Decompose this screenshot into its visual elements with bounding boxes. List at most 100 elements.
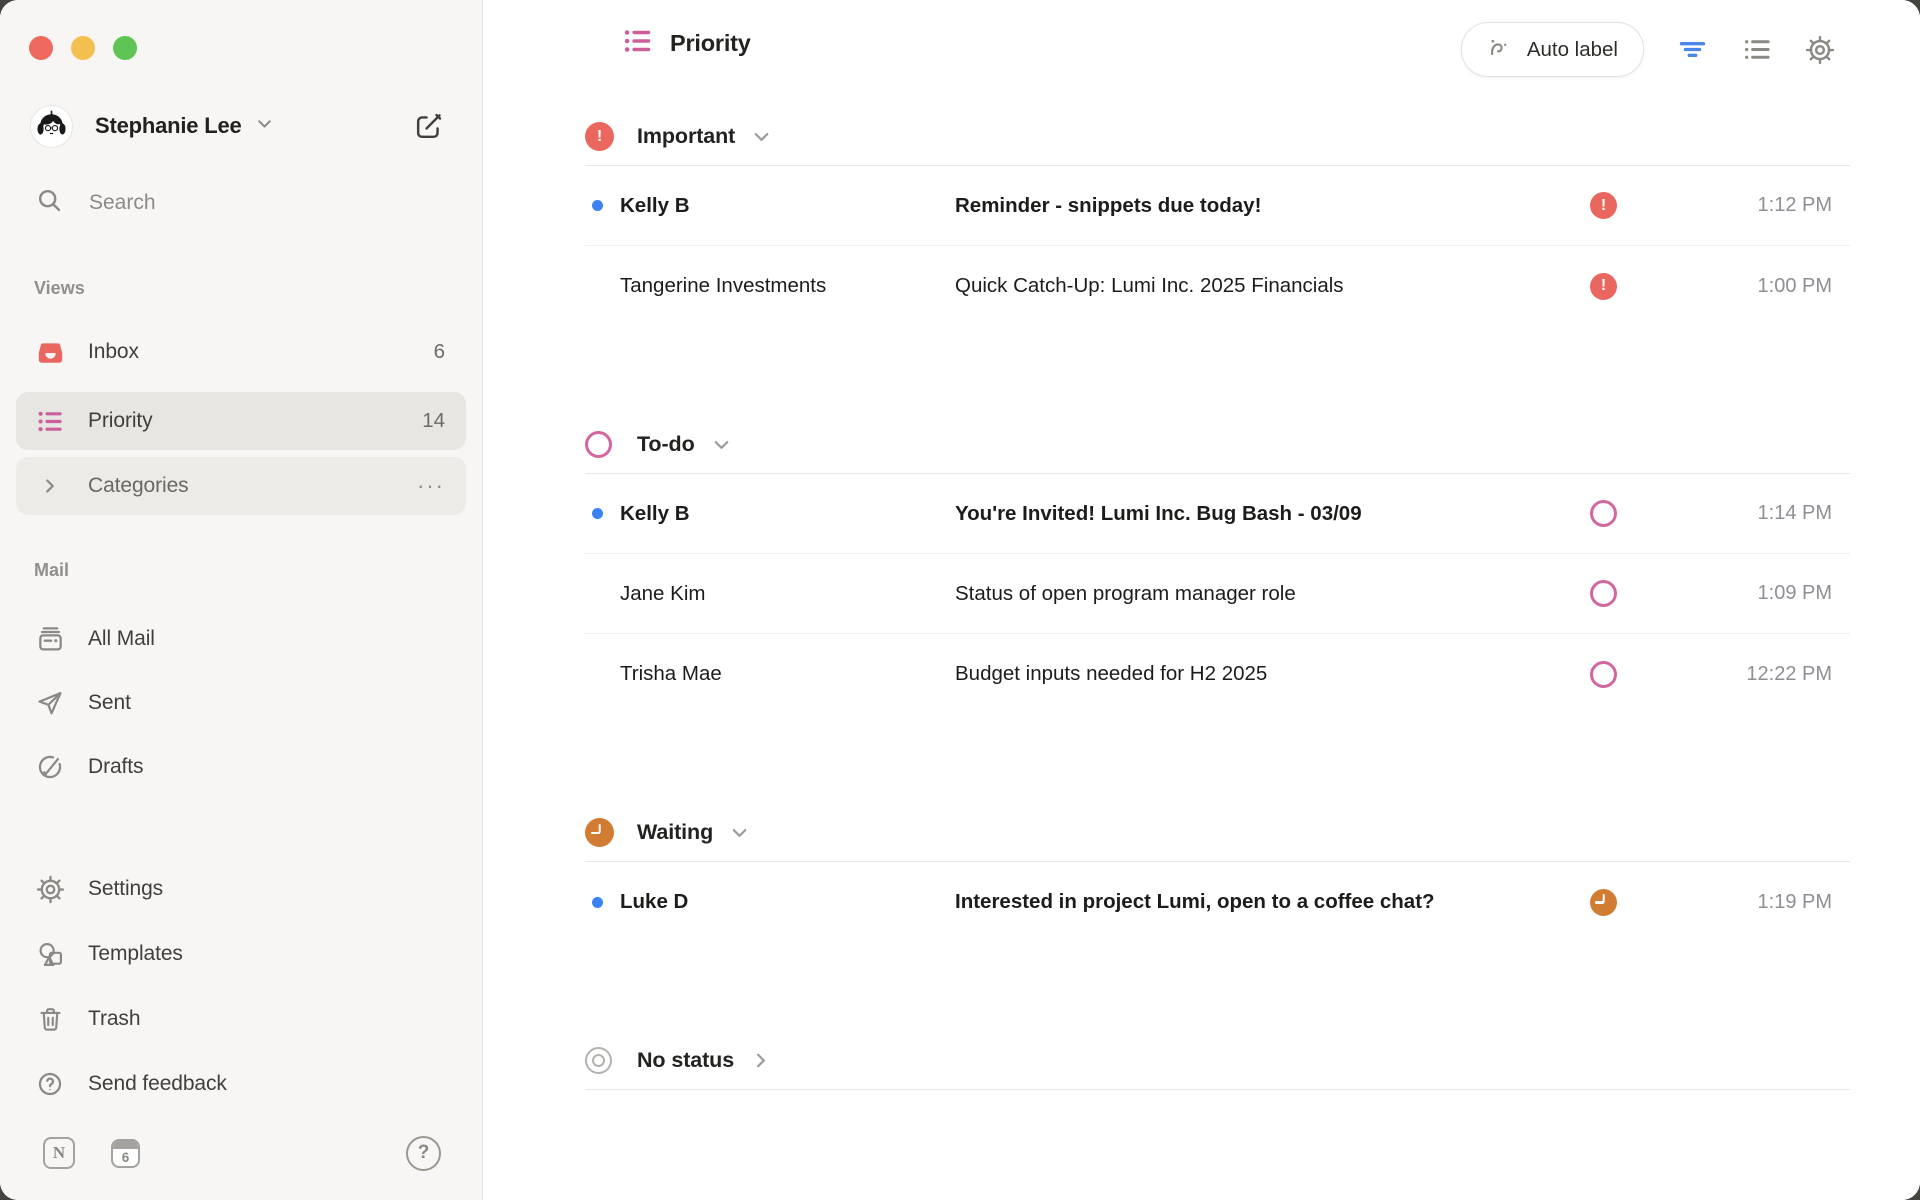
sidebar-item-label: Send feedback bbox=[88, 1072, 227, 1096]
unread-dot bbox=[592, 200, 603, 211]
search-input[interactable]: Search bbox=[35, 181, 156, 225]
sidebar-item-sent[interactable]: Sent bbox=[16, 674, 466, 732]
sidebar-footer: N 6 ? bbox=[43, 1135, 441, 1171]
sidebar-item-drafts[interactable]: Drafts bbox=[16, 738, 466, 796]
calendar-icon[interactable]: 6 bbox=[111, 1139, 140, 1168]
filter-icon[interactable] bbox=[1676, 34, 1708, 66]
draft-pencil-icon bbox=[35, 752, 65, 782]
sidebar-item-inbox[interactable]: Inbox 6 bbox=[16, 323, 466, 381]
mail-row[interactable]: Kelly B You're Invited! Lumi Inc. Bug Ba… bbox=[585, 474, 1850, 554]
close-button[interactable] bbox=[29, 36, 53, 60]
mail-section-label: Mail bbox=[34, 560, 69, 581]
sidebar-item-templates[interactable]: Templates bbox=[16, 925, 466, 983]
group-header-no-status[interactable]: No status bbox=[585, 1032, 1850, 1090]
search-placeholder: Search bbox=[89, 191, 156, 215]
sidebar-item-priority[interactable]: Priority 14 bbox=[16, 392, 466, 450]
waiting-status-icon[interactable] bbox=[1590, 889, 1617, 916]
mail-row[interactable]: Tangerine Investments Quick Catch-Up: Lu… bbox=[585, 246, 1850, 326]
calendar-icon-header bbox=[113, 1141, 138, 1149]
timestamp: 1:00 PM bbox=[1617, 275, 1850, 298]
all-mail-icon bbox=[35, 624, 65, 654]
timestamp: 1:09 PM bbox=[1617, 582, 1850, 605]
unread-dot bbox=[592, 508, 603, 519]
priority-list-icon bbox=[35, 406, 65, 436]
mail-row[interactable]: Kelly B Reminder - snippets due today! !… bbox=[585, 166, 1850, 246]
gear-icon bbox=[35, 874, 65, 904]
search-icon bbox=[35, 186, 64, 220]
shapes-icon bbox=[35, 939, 65, 969]
sidebar-item-label: Inbox bbox=[88, 340, 139, 364]
inbox-count: 6 bbox=[434, 340, 445, 364]
priority-list-icon bbox=[622, 25, 654, 62]
group-header-important[interactable]: ! Important bbox=[585, 108, 1850, 166]
mail-row[interactable]: Jane Kim Status of open program manager … bbox=[585, 554, 1850, 634]
todo-status-icon[interactable] bbox=[1590, 500, 1617, 527]
subject: Budget inputs needed for H2 2025 bbox=[955, 662, 1590, 686]
more-options-icon[interactable]: ··· bbox=[417, 481, 445, 491]
timestamp: 12:22 PM bbox=[1617, 663, 1850, 686]
auto-label-icon bbox=[1487, 34, 1514, 66]
sidebar-item-label: Categories bbox=[88, 474, 189, 498]
subject: Quick Catch-Up: Lumi Inc. 2025 Financial… bbox=[955, 274, 1590, 298]
chevron-down-icon bbox=[710, 433, 733, 456]
mail-list: ! Important Kelly B Reminder - snippets … bbox=[585, 108, 1850, 1180]
group-no-status: No status bbox=[585, 1032, 1850, 1090]
group-waiting: Waiting Luke D Interested in project Lum… bbox=[585, 804, 1850, 942]
views-section-label: Views bbox=[34, 278, 85, 299]
auto-label-text: Auto label bbox=[1527, 38, 1618, 62]
window-controls bbox=[29, 36, 137, 60]
notion-logo-icon[interactable]: N bbox=[43, 1137, 75, 1169]
group-important: ! Important Kelly B Reminder - snippets … bbox=[585, 108, 1850, 326]
subject: You're Invited! Lumi Inc. Bug Bash - 03/… bbox=[955, 502, 1590, 526]
todo-ring-icon bbox=[585, 431, 612, 458]
sender: Luke D bbox=[620, 890, 955, 914]
timestamp: 1:14 PM bbox=[1617, 502, 1850, 525]
sidebar-item-categories[interactable]: Categories ··· bbox=[16, 457, 466, 515]
group-header-waiting[interactable]: Waiting bbox=[585, 804, 1850, 862]
sidebar-item-settings[interactable]: Settings bbox=[16, 860, 466, 918]
app-window: Stephanie Lee Search Views bbox=[0, 0, 1920, 1200]
timestamp: 1:19 PM bbox=[1617, 891, 1850, 914]
group-header-todo[interactable]: To-do bbox=[585, 416, 1850, 474]
group-label: No status bbox=[637, 1048, 734, 1073]
subject: Interested in project Lumi, open to a co… bbox=[955, 890, 1590, 914]
settings-gear-icon[interactable] bbox=[1804, 34, 1836, 66]
todo-status-icon[interactable] bbox=[1590, 661, 1617, 688]
sidebar-item-trash[interactable]: Trash bbox=[16, 990, 466, 1048]
sidebar-item-label: All Mail bbox=[88, 627, 155, 651]
sender: Kelly B bbox=[620, 194, 955, 218]
calendar-day: 6 bbox=[113, 1149, 138, 1166]
group-label: Important bbox=[637, 124, 735, 149]
sender: Tangerine Investments bbox=[620, 274, 955, 298]
group-label: To-do bbox=[637, 432, 695, 457]
mail-row[interactable]: Luke D Interested in project Lumi, open … bbox=[585, 862, 1850, 942]
sender: Trisha Mae bbox=[620, 662, 955, 686]
sidebar-item-label: Templates bbox=[88, 942, 183, 966]
mail-row[interactable]: Trisha Mae Budget inputs needed for H2 2… bbox=[585, 634, 1850, 714]
sender: Jane Kim bbox=[620, 582, 955, 606]
group-label: Waiting bbox=[637, 820, 713, 845]
main-panel: Priority Auto label bbox=[484, 0, 1920, 1200]
chevron-down-icon bbox=[728, 821, 751, 844]
zoom-button[interactable] bbox=[113, 36, 137, 60]
important-status-icon[interactable]: ! bbox=[1590, 192, 1617, 219]
list-view-icon[interactable] bbox=[1740, 34, 1772, 66]
sidebar-item-label: Sent bbox=[88, 691, 131, 715]
avatar bbox=[30, 105, 73, 148]
sidebar-item-all-mail[interactable]: All Mail bbox=[16, 610, 466, 668]
todo-status-icon[interactable] bbox=[1590, 580, 1617, 607]
important-status-icon[interactable]: ! bbox=[1590, 273, 1617, 300]
auto-label-button[interactable]: Auto label bbox=[1461, 22, 1644, 77]
account-switcher[interactable]: Stephanie Lee bbox=[30, 100, 275, 152]
priority-count: 14 bbox=[422, 409, 445, 433]
unread-dot bbox=[592, 897, 603, 908]
compose-button[interactable] bbox=[411, 109, 445, 143]
timestamp: 1:12 PM bbox=[1617, 194, 1850, 217]
group-todo: To-do Kelly B You're Invited! Lumi Inc. … bbox=[585, 416, 1850, 714]
paper-plane-icon bbox=[35, 688, 65, 718]
sender: Kelly B bbox=[620, 502, 955, 526]
sidebar-item-send-feedback[interactable]: Send feedback bbox=[16, 1055, 466, 1113]
help-button[interactable]: ? bbox=[406, 1136, 441, 1171]
subject: Status of open program manager role bbox=[955, 582, 1590, 606]
minimize-button[interactable] bbox=[71, 36, 95, 60]
